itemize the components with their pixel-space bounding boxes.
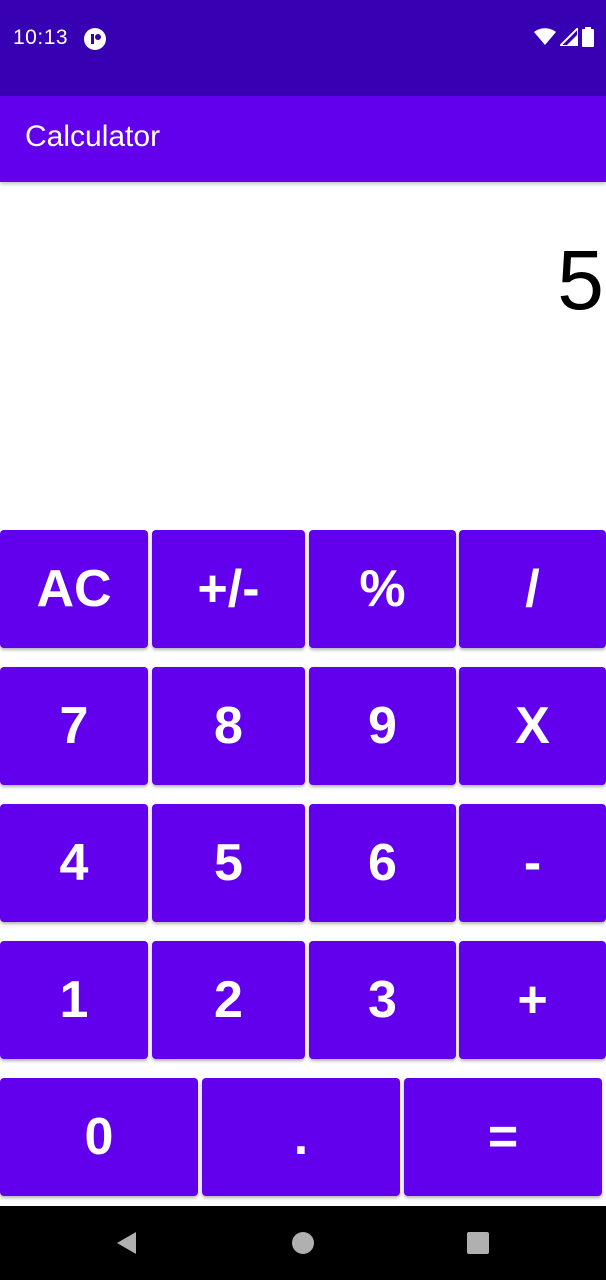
divide-button[interactable]: / bbox=[459, 530, 606, 648]
display-area bbox=[0, 182, 606, 522]
status-bar: 10:13 bbox=[0, 0, 606, 96]
digit-6-button[interactable]: 6 bbox=[309, 804, 456, 922]
key-row-3: 4 5 6 - bbox=[0, 804, 606, 922]
digit-5-button[interactable]: 5 bbox=[152, 804, 305, 922]
display-value: 5 bbox=[557, 233, 604, 327]
home-icon[interactable] bbox=[291, 1231, 315, 1260]
key-row-5: 0 . = bbox=[0, 1078, 606, 1196]
app-bar: Calculator bbox=[0, 96, 606, 182]
equals-button[interactable]: = bbox=[404, 1078, 602, 1196]
status-icons bbox=[534, 25, 594, 52]
digit-0-button[interactable]: 0 bbox=[0, 1078, 198, 1196]
app-notification-icon bbox=[83, 27, 107, 51]
digit-1-button[interactable]: 1 bbox=[0, 941, 148, 1059]
navigation-bar bbox=[0, 1206, 606, 1280]
all-clear-button[interactable]: AC bbox=[0, 530, 148, 648]
recents-icon[interactable] bbox=[466, 1231, 490, 1260]
key-row-2: 7 8 9 X bbox=[0, 667, 606, 785]
digit-9-button[interactable]: 9 bbox=[309, 667, 456, 785]
multiply-button[interactable]: X bbox=[459, 667, 606, 785]
status-time: 10:13 bbox=[13, 26, 69, 49]
app-title: Calculator bbox=[25, 120, 161, 153]
digit-2-button[interactable]: 2 bbox=[152, 941, 305, 1059]
add-button[interactable]: + bbox=[459, 941, 606, 1059]
key-row-1: AC +/- % / bbox=[0, 530, 606, 648]
percent-button[interactable]: % bbox=[309, 530, 456, 648]
decimal-point-button[interactable]: . bbox=[202, 1078, 400, 1196]
key-row-4: 1 2 3 + bbox=[0, 941, 606, 1059]
digit-4-button[interactable]: 4 bbox=[0, 804, 148, 922]
wifi-icon bbox=[534, 27, 556, 51]
back-icon[interactable] bbox=[115, 1231, 139, 1260]
subtract-button[interactable]: - bbox=[459, 804, 606, 922]
battery-icon bbox=[582, 26, 594, 52]
digit-3-button[interactable]: 3 bbox=[309, 941, 456, 1059]
digit-8-button[interactable]: 8 bbox=[152, 667, 305, 785]
digit-7-button[interactable]: 7 bbox=[0, 667, 148, 785]
toggle-sign-button[interactable]: +/- bbox=[152, 530, 305, 648]
signal-icon bbox=[557, 25, 579, 51]
